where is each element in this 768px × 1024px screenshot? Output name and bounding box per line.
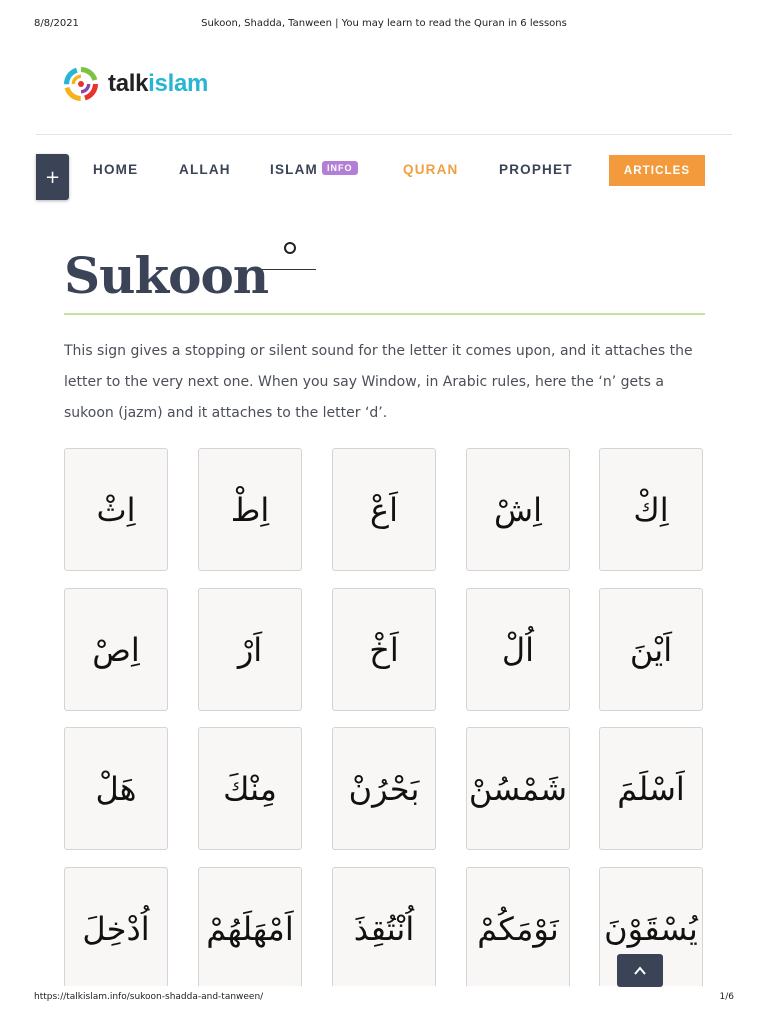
- arabic-text: مِنْكَ: [223, 769, 277, 808]
- letter-card: اُنْتُقِذَ: [332, 867, 436, 990]
- arabic-text: نَوْمَكُمْ: [477, 909, 559, 948]
- nav-item-allah[interactable]: ALLAH: [179, 162, 231, 177]
- nav-item-prophet[interactable]: PROPHET: [499, 162, 573, 177]
- print-url: https://talkislam.info/sukoon-shadda-and…: [34, 992, 264, 1002]
- talkislam-logo-icon: [64, 67, 98, 101]
- title-underline: [64, 313, 705, 315]
- arabic-text: اِصْ: [92, 630, 140, 669]
- info-badge: INFO: [322, 161, 358, 175]
- arabic-text: يُسْقَوْنَ: [604, 909, 698, 948]
- page-title: Sukoon: [64, 246, 269, 305]
- letter-card: اَرْ: [198, 588, 302, 711]
- header-divider: [36, 134, 732, 135]
- logo-text-islam: islam: [148, 70, 209, 97]
- arabic-text: هَلْ: [95, 769, 137, 808]
- arabic-text: اِطْ: [230, 490, 270, 529]
- site-logo[interactable]: talkislam: [64, 66, 208, 102]
- description-paragraph: This sign gives a stopping or silent sou…: [64, 343, 693, 421]
- arabic-text: اَيْنَ: [629, 630, 673, 669]
- arabic-text: اِشْ: [494, 490, 542, 529]
- letter-card: اُلْ: [466, 588, 570, 711]
- arabic-text: اُلْ: [501, 630, 535, 669]
- scroll-to-top-button[interactable]: [617, 954, 663, 987]
- logo-text: talkislam: [108, 70, 208, 98]
- nav-item-quran[interactable]: QURAN: [403, 162, 459, 177]
- letter-card: اِطْ: [198, 448, 302, 571]
- print-footer: https://talkislam.info/sukoon-shadda-and…: [0, 986, 768, 1024]
- main-nav: HOME ALLAH ISLAM INFO QURAN PROPHET ARTI…: [0, 154, 768, 186]
- arabic-text: اَخْ: [369, 630, 399, 669]
- letter-card: اِكْ: [599, 448, 703, 571]
- letter-card: مِنْكَ: [198, 727, 302, 850]
- print-page-number: 1/6: [719, 992, 734, 1002]
- logo-text-talk: talk: [108, 70, 149, 97]
- letter-card: هَلْ: [64, 727, 168, 850]
- letter-card: اِصْ: [64, 588, 168, 711]
- letter-card: اِشْ: [466, 448, 570, 571]
- letter-card: اَعْ: [332, 448, 436, 571]
- chevron-up-icon: [634, 965, 646, 975]
- nav-item-islam[interactable]: ISLAM: [270, 162, 318, 177]
- letter-card: شَمْسُنْ: [466, 727, 570, 850]
- sukoon-sign-icon: [262, 238, 316, 274]
- letter-card: اَمْهَلَهُمْ: [198, 867, 302, 990]
- arabic-text: اِكْ: [633, 490, 669, 529]
- letter-card: اُدْخِلَ: [64, 867, 168, 990]
- arabic-text: اَمْهَلَهُمْ: [206, 909, 294, 948]
- print-document-title: Sukoon, Shadda, Tanween | You may learn …: [201, 18, 567, 29]
- letter-card: اِثْ: [64, 448, 168, 571]
- arabic-text: شَمْسُنْ: [468, 769, 568, 808]
- arabic-text: اَعْ: [370, 490, 398, 529]
- arabic-text: اُنْتُقِذَ: [353, 909, 415, 948]
- print-header: 8/8/2021 Sukoon, Shadda, Tanween | You m…: [0, 0, 768, 40]
- arabic-text: بَحْرُنْ: [348, 769, 420, 808]
- letter-card: اَسْلَمَ: [599, 727, 703, 850]
- arabic-text: اِثْ: [96, 490, 136, 529]
- arabic-text: اَرْ: [237, 630, 263, 669]
- letter-card: اَيْنَ: [599, 588, 703, 711]
- letter-card: بَحْرُنْ: [332, 727, 436, 850]
- arabic-text: اَسْلَمَ: [617, 769, 685, 808]
- letter-card: نَوْمَكُمْ: [466, 867, 570, 990]
- letter-card: اَخْ: [332, 588, 436, 711]
- articles-button[interactable]: ARTICLES: [609, 155, 705, 186]
- nav-item-home[interactable]: HOME: [93, 162, 138, 177]
- arabic-text: اُدْخِلَ: [82, 909, 150, 948]
